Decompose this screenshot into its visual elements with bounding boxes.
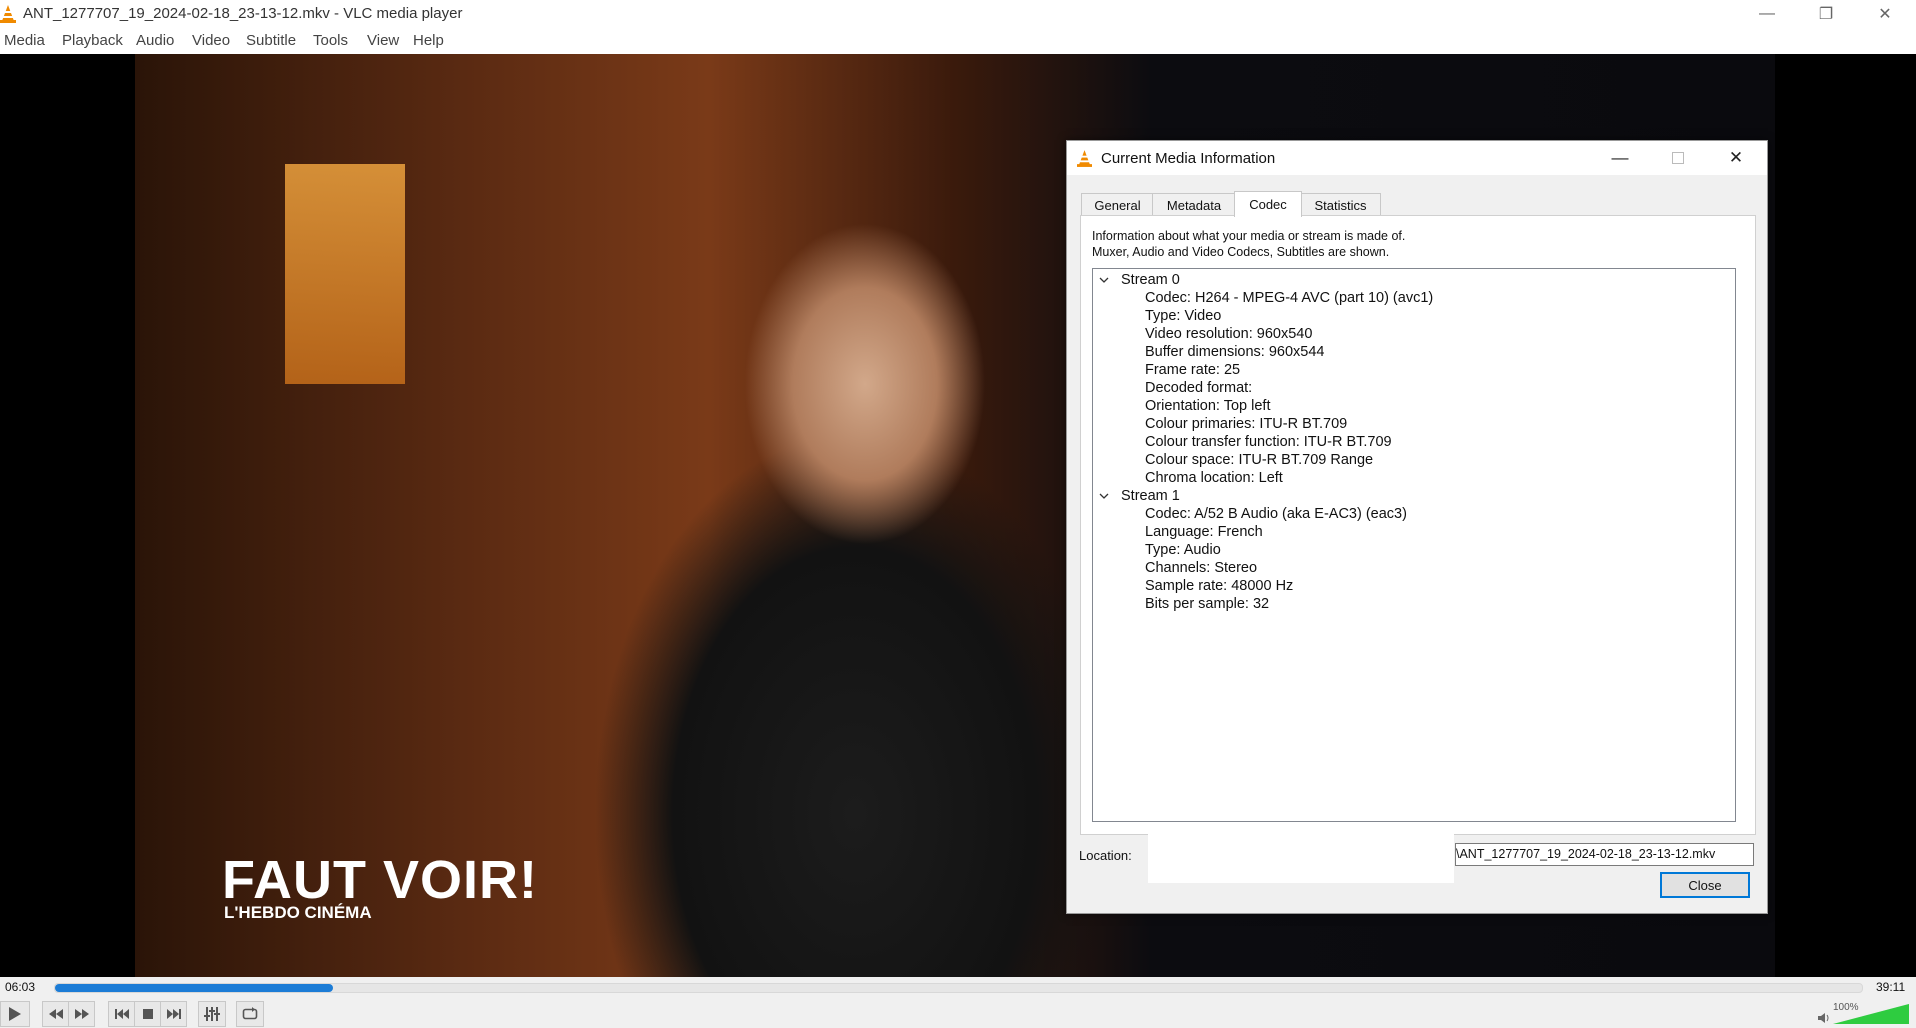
slower-button[interactable] [42,1001,69,1027]
chevron-down-icon[interactable] [1099,491,1109,501]
chevron-down-icon[interactable] [1099,275,1109,285]
maximize-icon [1672,152,1684,164]
seek-bar-row: 06:03 39:11 [0,977,1916,999]
previous-button[interactable] [108,1001,135,1027]
close-icon: ✕ [1878,6,1892,23]
minimize-icon: — [1759,5,1775,22]
window-title: ANT_1277707_19_2024-02-18_23-13-12.mkv -… [23,5,463,22]
close-icon: ✕ [1728,148,1744,167]
logo-title: FAUT VOIR! [222,850,538,910]
menu-help[interactable]: Help [413,32,444,49]
location-redaction [1148,833,1454,883]
tab-codec[interactable]: Codec [1234,191,1302,217]
location-label: Location: [1079,848,1132,863]
stream-tree[interactable]: Stream 0 Codec: H264 - MPEG-4 AVC (part … [1092,268,1736,822]
equalizer-icon [204,1007,220,1021]
play-icon [9,1007,21,1021]
extended-settings-button[interactable] [198,1001,226,1027]
vlc-cone-icon [0,5,16,23]
play-button[interactable] [0,1001,30,1027]
minimize-button[interactable]: — [1738,0,1796,28]
skip-next-icon [166,1009,181,1019]
description-line: Information about what your media or str… [1092,229,1406,243]
restore-icon: ❐ [1818,6,1834,23]
menu-subtitle[interactable]: Subtitle [246,32,296,49]
menu-playback[interactable]: Playback [62,32,123,49]
seek-slider[interactable] [54,983,1863,993]
description-line: Muxer, Audio and Video Codecs, Subtitles… [1092,245,1390,259]
close-button[interactable]: Close [1660,872,1750,898]
title-bar: ANT_1277707_19_2024-02-18_23-13-12.mkv -… [0,0,1916,28]
seek-progress [55,984,334,992]
menu-tools[interactable]: Tools [313,32,348,49]
codec-description: Information about what your media or str… [1092,228,1405,260]
volume-slider[interactable] [1833,1004,1909,1024]
media-information-dialog: Current Media Information — ✕ General Me… [1066,140,1768,914]
total-time: 39:11 [1876,980,1906,994]
elapsed-time: 06:03 [5,980,36,994]
loop-button[interactable] [236,1001,264,1027]
stop-button[interactable] [134,1001,161,1027]
menu-video[interactable]: Video [192,32,230,49]
restore-button[interactable]: ❐ [1797,0,1855,28]
dialog-title-bar: Current Media Information — ✕ [1067,141,1767,175]
playback-controls: 100% [0,999,1916,1028]
skip-previous-icon [114,1009,129,1019]
menu-media[interactable]: Media [4,32,45,49]
dialog-maximize-button[interactable] [1649,141,1707,175]
tab-general[interactable]: General [1081,193,1154,216]
minimize-icon: — [1611,148,1629,167]
next-button[interactable] [160,1001,187,1027]
broadcaster-logo: FAUT VOIR! L'HEBDO CINÉMA [222,849,538,922]
volume-control[interactable]: 100% [1818,1002,1910,1026]
background-door [285,164,405,384]
rewind-icon [48,1009,63,1019]
menu-audio[interactable]: Audio [136,32,174,49]
tab-statistics[interactable]: Statistics [1300,193,1381,216]
close-window-button[interactable]: ✕ [1856,0,1914,28]
codec-panel: Information about what your media or str… [1080,215,1756,835]
stream-1-bits-per-sample[interactable]: Bits per sample: 32 [1145,593,1269,615]
vlc-cone-icon [1077,150,1092,167]
logo-subtitle: L'HEBDO CINÉMA [224,903,372,922]
dialog-minimize-button[interactable]: — [1591,141,1649,175]
location-field[interactable]: \ANT_1277707_19_2024-02-18_23-13-12.mkv [1455,843,1754,866]
dialog-close-button[interactable]: ✕ [1707,141,1765,175]
dialog-title: Current Media Information [1101,150,1276,167]
tab-metadata[interactable]: Metadata [1152,193,1236,216]
menu-bar: Media Playback Audio Video Subtitle Tool… [0,28,1916,54]
speaker-icon [1818,1013,1829,1023]
loop-icon [242,1007,258,1020]
stop-icon [142,1009,153,1019]
faster-button[interactable] [68,1001,95,1027]
menu-view[interactable]: View [367,32,399,49]
fast-forward-icon [74,1009,89,1019]
